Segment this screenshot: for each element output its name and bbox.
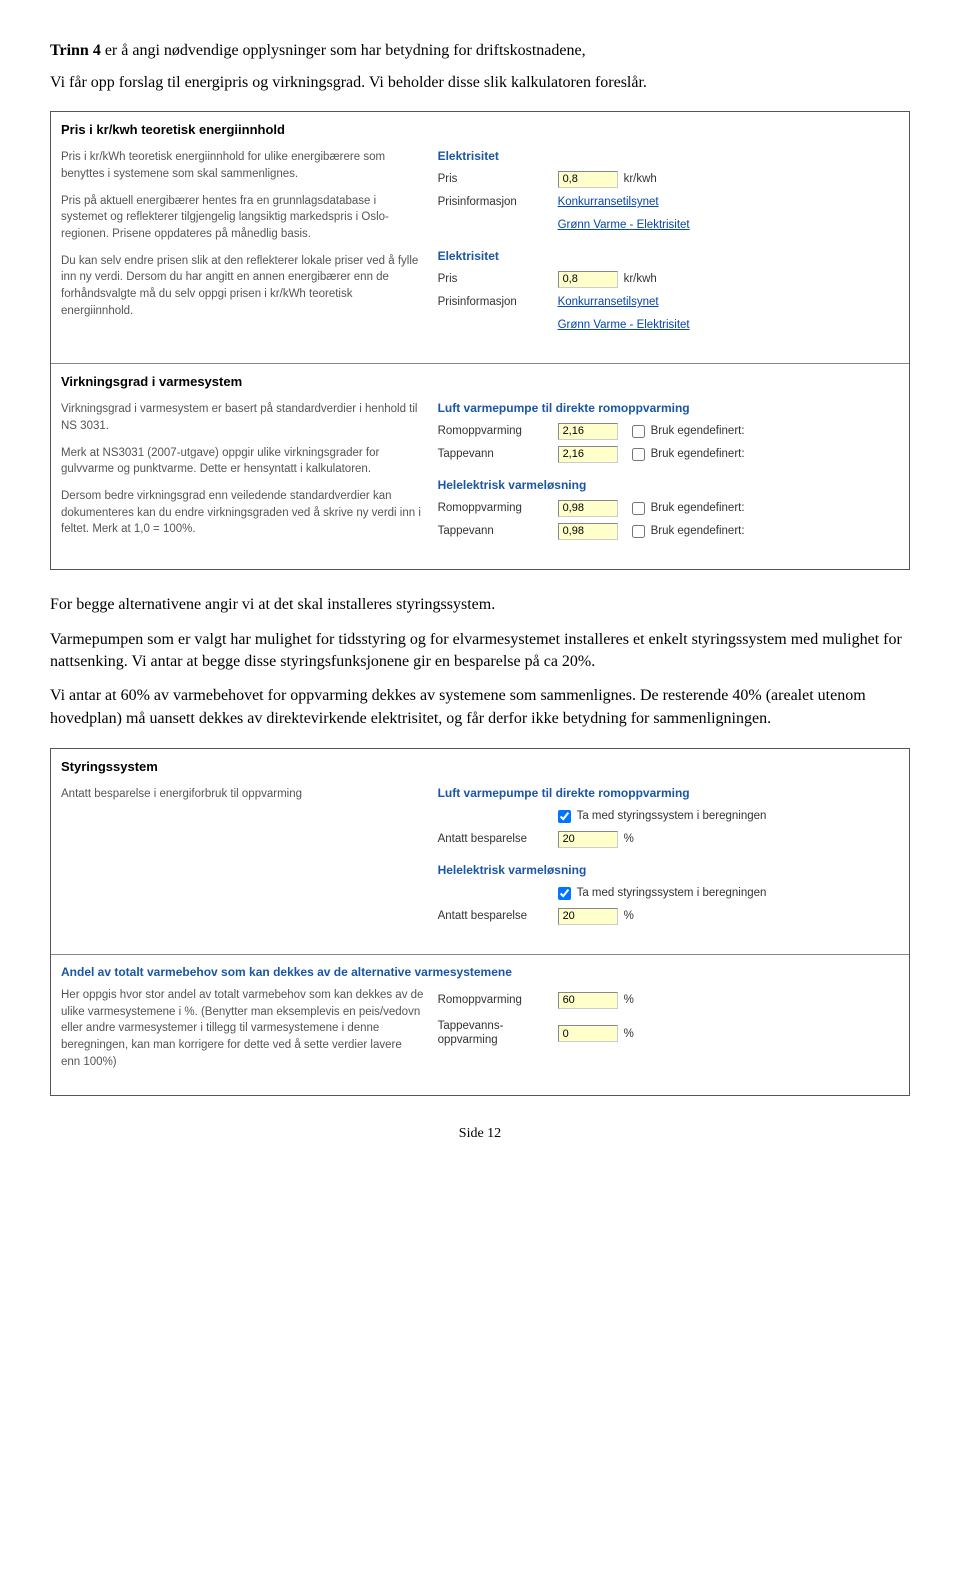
andel-tapp-unit: % [624, 1028, 634, 1040]
section-styringssystem: Styringssystem Antatt besparelse i energ… [51, 749, 909, 954]
virk-tapp-input-1[interactable] [558, 446, 618, 463]
virk-block-2-title: Helelektrisk varmeløsning [438, 478, 899, 492]
section-andel-desc: Her oppgis hvor stor andel av totalt var… [51, 981, 438, 1090]
styring-block-1: Luft varmepumpe til direkte romoppvarmin… [438, 786, 899, 849]
intro-p2: Vi får opp forslag til energipris og vir… [50, 72, 910, 94]
section-styring-title: Styringssystem [51, 753, 909, 780]
prisinfo-link-2[interactable]: Grønn Varme - Elektrisitet [558, 219, 690, 231]
andel-tapp-label: Tappevanns-oppvarming [438, 1020, 558, 1048]
prisinfo-label-2: Prisinformasjon [438, 296, 558, 308]
virk-tapp-egendef-cb-1[interactable] [632, 448, 645, 461]
egendef-label: Bruk egendefinert: [651, 425, 745, 437]
besparelse-input-1[interactable] [558, 831, 618, 848]
pris-block-1-title: Elektrisitet [438, 149, 899, 163]
section-virkningsgrad: Virkningsgrad i varmesystem Virkningsgra… [51, 363, 909, 569]
virk-tapp-egendef-cb-2[interactable] [632, 525, 645, 538]
pris-block-1: Elektrisitet Pris kr/kwh Prisinformasjon… [438, 149, 899, 235]
mid-p1: For begge alternativene angir vi at det … [50, 594, 910, 616]
virk-romopp-input-2[interactable] [558, 500, 618, 517]
virk-block-1: Luft varmepumpe til direkte romoppvarmin… [438, 401, 899, 464]
pris-label-2: Pris [438, 273, 558, 285]
section-virk-desc: Virkningsgrad i varmesystem er basert på… [51, 395, 438, 565]
andel-romopp-label: Romoppvarming [438, 994, 558, 1006]
intro-p1: Trinn 4 er å angi nødvendige opplysninge… [50, 40, 910, 62]
prisinfo-link-3[interactable]: Konkurransetilsynet [558, 296, 659, 308]
besparelse-unit-2: % [624, 910, 634, 922]
virk-tapp-input-2[interactable] [558, 523, 618, 540]
pris-unit: kr/kwh [624, 173, 657, 185]
intro-step: Trinn 4 [50, 42, 101, 59]
pris-label: Pris [438, 173, 558, 185]
pris-block-2: Elektrisitet Pris kr/kwh Prisinformasjon… [438, 249, 899, 335]
styring-include-cb-2[interactable] [558, 887, 571, 900]
mid-text: For begge alternativene angir vi at det … [50, 594, 910, 730]
egendef-label-2: Bruk egendefinert: [651, 448, 745, 460]
pris-input-1[interactable] [558, 171, 618, 188]
styring-block-1-title: Luft varmepumpe til direkte romoppvarmin… [438, 786, 899, 800]
styring-include-cb-1[interactable] [558, 810, 571, 823]
besparelse-input-2[interactable] [558, 908, 618, 925]
virk-tapp-label-2: Tappevann [438, 525, 558, 537]
egendef-label-3: Bruk egendefinert: [651, 502, 745, 514]
andel-tapp-input[interactable] [558, 1025, 618, 1042]
section-pris-title: Pris i kr/kwh teoretisk energiinnhold [51, 116, 909, 143]
besparelse-unit-1: % [624, 833, 634, 845]
section-virk-title: Virkningsgrad i varmesystem [51, 368, 909, 395]
egendef-label-4: Bruk egendefinert: [651, 525, 745, 537]
virk-romopp-egendef-cb-2[interactable] [632, 502, 645, 515]
section-andel: Andel av totalt varmebehov som kan dekke… [51, 954, 909, 1094]
prisinfo-label: Prisinformasjon [438, 196, 558, 208]
page-footer: Side 12 [50, 1126, 910, 1142]
virk-block-1-title: Luft varmepumpe til direkte romoppvarmin… [438, 401, 899, 415]
styring-include-label-1: Ta med styringssystem i beregningen [577, 810, 767, 822]
pris-input-2[interactable] [558, 271, 618, 288]
pris-unit-2: kr/kwh [624, 273, 657, 285]
styring-block-2: Helelektrisk varmeløsning Ta med styring… [438, 863, 899, 926]
section-styring-desc: Antatt besparelse i energiforbruk til op… [51, 780, 438, 950]
andel-romopp-unit: % [624, 994, 634, 1006]
panel-drift: Pris i kr/kwh teoretisk energiinnhold Pr… [50, 111, 910, 570]
mid-p3: Vi antar at 60% av varmebehovet for oppv… [50, 685, 910, 730]
mid-p2: Varmepumpen som er valgt har mulighet fo… [50, 629, 910, 674]
andel-romopp-input[interactable] [558, 992, 618, 1009]
virk-romopp-egendef-cb-1[interactable] [632, 425, 645, 438]
virk-tapp-label: Tappevann [438, 448, 558, 460]
pris-block-2-title: Elektrisitet [438, 249, 899, 263]
virk-romopp-label-2: Romoppvarming [438, 502, 558, 514]
prisinfo-link-1[interactable]: Konkurransetilsynet [558, 196, 659, 208]
virk-block-2: Helelektrisk varmeløsning Romoppvarming … [438, 478, 899, 541]
styring-include-label-2: Ta med styringssystem i beregningen [577, 887, 767, 899]
section-pris: Pris i kr/kwh teoretisk energiinnhold Pr… [51, 112, 909, 363]
besparelse-label-2: Antatt besparelse [438, 910, 558, 922]
section-pris-desc: Pris i kr/kWh teoretisk energiinnhold fo… [51, 143, 438, 359]
styring-block-2-title: Helelektrisk varmeløsning [438, 863, 899, 877]
section-andel-title: Andel av totalt varmebehov som kan dekke… [51, 959, 909, 981]
panel-styring: Styringssystem Antatt besparelse i energ… [50, 748, 910, 1095]
prisinfo-link-4[interactable]: Grønn Varme - Elektrisitet [558, 319, 690, 331]
besparelse-label-1: Antatt besparelse [438, 833, 558, 845]
virk-romopp-input-1[interactable] [558, 423, 618, 440]
virk-romopp-label: Romoppvarming [438, 425, 558, 437]
intro-block: Trinn 4 er å angi nødvendige opplysninge… [50, 40, 910, 93]
